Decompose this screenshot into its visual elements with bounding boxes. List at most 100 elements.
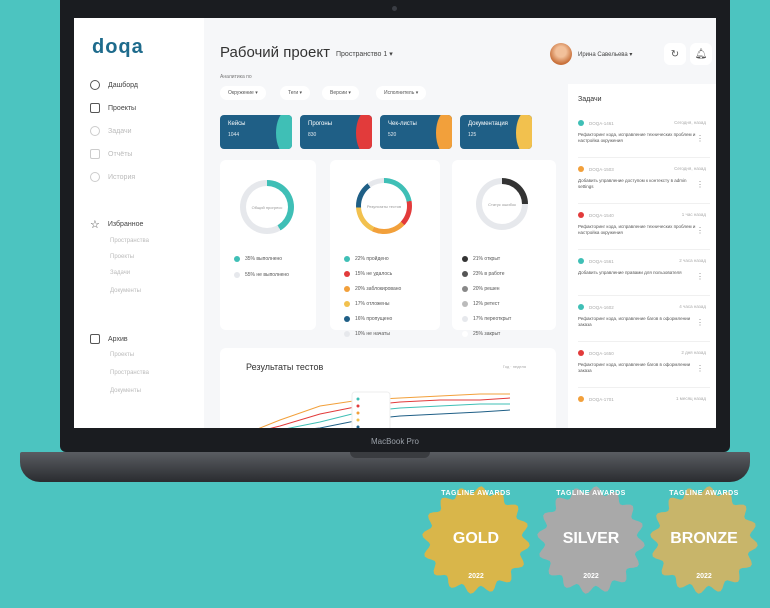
star-icon: ☆: [90, 219, 100, 231]
sidebar-item-label: Архив: [108, 335, 128, 343]
page-title: Рабочий проект: [220, 44, 330, 61]
more-options-icon[interactable]: ⋮: [696, 226, 704, 235]
divider: [578, 295, 710, 296]
task-status-dot: [578, 120, 584, 126]
sidebar-item-archive[interactable]: Архив: [90, 334, 128, 344]
favorites-item[interactable]: Пространства: [110, 238, 149, 244]
favorites-item[interactable]: Проекты: [110, 254, 134, 260]
badge-level: GOLD: [452, 530, 500, 547]
chart-tooltip: [351, 391, 391, 428]
more-options-icon[interactable]: ⋮: [696, 180, 704, 189]
stat-card-docs[interactable]: Документация 125: [460, 115, 532, 149]
task-status-dot: [578, 396, 584, 402]
refresh-icon[interactable]: ↻: [664, 43, 686, 65]
more-options-icon[interactable]: ⋮: [696, 364, 704, 373]
badge-award-label: TAGLINE AWARDS: [669, 490, 739, 497]
sidebar-item-label: Отчёты: [108, 150, 133, 158]
device-label: MacBook Pro: [370, 437, 420, 446]
sidebar-item-history[interactable]: История: [90, 172, 135, 182]
filter-assignee[interactable]: Исполнитель ▾: [376, 86, 427, 100]
bugs-status-panel: Статус ошибок 21% открыт 23% в работе 20…: [452, 160, 556, 330]
task-status-dot: [578, 166, 584, 172]
divider: [578, 249, 710, 250]
favorites-item[interactable]: Задачи: [110, 270, 130, 276]
tooltip-dot: [356, 411, 360, 415]
tooltip-dot: [356, 397, 360, 401]
tasks-panel: Задачи DOQA-1461 Сегодня, назад Рефакторин…: [568, 84, 716, 428]
camera: [392, 6, 397, 11]
laptop-notch: [350, 452, 430, 458]
badge-level: BRONZE: [670, 530, 738, 547]
favorites-item[interactable]: Документы: [110, 288, 141, 294]
sidebar-item-projects[interactable]: Проекты: [90, 103, 136, 113]
task-date: Сегодня, назад: [674, 166, 706, 171]
folder-icon: [90, 103, 100, 113]
filter-versions[interactable]: Версии ▾: [322, 86, 359, 100]
legend-item: 35% выполнено: [234, 256, 282, 262]
award-badge-gold: TAGLINE AWARDS GOLD 2022: [420, 458, 532, 606]
user-icon: [90, 126, 100, 136]
archive-item[interactable]: Пространства: [110, 370, 149, 376]
app-screen: doqa Дашборд Проекты Задачи Отчёты Истор…: [74, 18, 716, 428]
sidebar-item-favorites[interactable]: ☆ Избранное: [90, 218, 143, 231]
app-logo[interactable]: doqa: [92, 36, 144, 59]
laptop-lid: doqa Дашборд Проекты Задачи Отчёты Истор…: [60, 0, 730, 452]
more-options-icon[interactable]: ⋮: [696, 134, 704, 143]
stat-card-value: 830: [308, 132, 317, 138]
bell-icon[interactable]: 🔔︎: [690, 43, 712, 65]
dashboard-icon: [90, 80, 100, 90]
divider: [578, 157, 710, 158]
legend-dot: [344, 256, 350, 262]
task-description: Рефакторинг кода, исправление технически…: [578, 132, 696, 144]
sidebar-item-dashboard[interactable]: Дашборд: [90, 80, 138, 90]
bugs-donut: Статус ошибок: [476, 178, 528, 230]
task-description: Добавить управление правами для пользова…: [578, 270, 682, 275]
tooltip-dot: [356, 404, 360, 408]
sidebar: doqa Дашборд Проекты Задачи Отчёты Истор…: [74, 18, 204, 428]
task-date: Сегодня, назад: [674, 120, 706, 125]
sidebar-item-reports[interactable]: Отчёты: [90, 149, 132, 159]
task-status-dot: [578, 258, 584, 264]
more-options-icon[interactable]: ⋮: [696, 318, 704, 327]
filter-tags[interactable]: Теги ▾: [280, 86, 311, 100]
tasks-title: Задачи: [578, 96, 602, 103]
stat-card-runs[interactable]: Прогоны 830: [300, 115, 372, 149]
legend-dot: [462, 331, 468, 337]
legend-item: 20% решен: [462, 286, 500, 292]
archive-item[interactable]: Проекты: [110, 352, 134, 358]
tests-results-panel: Результаты тестов 22% пройдено 15% не уд…: [330, 160, 440, 330]
task-id: DOQA-1701: [578, 396, 614, 402]
task-id: DOQA-1602: [578, 304, 614, 310]
user-menu[interactable]: Ирина Савельева ▾: [578, 51, 632, 58]
legend-dot: [344, 286, 350, 292]
legend-item: 17% отложены: [344, 301, 389, 307]
sidebar-item-label: Проекты: [108, 104, 137, 112]
award-badge-silver: TAGLINE AWARDS SILVER 2022: [535, 458, 647, 606]
divider: [578, 387, 710, 388]
task-status-dot: [578, 212, 584, 218]
legend-item: 55% не выполнено: [234, 272, 289, 278]
legend-dot: [344, 316, 350, 322]
legend-dot: [234, 272, 240, 278]
space-select[interactable]: Пространство 1 ▾: [336, 50, 393, 58]
stat-card-checklists[interactable]: Чек-листы 520: [380, 115, 452, 149]
sidebar-item-tasks[interactable]: Задачи: [90, 126, 132, 136]
task-id: DOQA-1503: [578, 166, 614, 172]
avatar[interactable]: [550, 43, 572, 65]
archive-item[interactable]: Документы: [110, 388, 141, 394]
divider: [578, 341, 710, 342]
stat-card-value: 125: [468, 132, 477, 138]
task-id: DOQA-1561: [578, 258, 614, 264]
filter-environment[interactable]: Окружение ▾: [220, 86, 266, 100]
legend-item: 12% ретест: [462, 301, 500, 307]
donut-center-label: Общий прогресс: [246, 186, 288, 228]
award-badge-bronze: TAGLINE AWARDS BRONZE 2022: [648, 458, 760, 606]
sidebar-item-label: История: [108, 173, 136, 181]
task-id: DOQA-1650: [578, 350, 614, 356]
legend-dot: [344, 331, 350, 337]
more-options-icon[interactable]: ⋮: [696, 272, 704, 281]
stat-card-value: 520: [388, 132, 397, 138]
badge-year: 2022: [696, 573, 712, 580]
legend-item: 21% открыт: [462, 256, 500, 262]
stat-card-cases[interactable]: Кейсы 1044: [220, 115, 292, 149]
